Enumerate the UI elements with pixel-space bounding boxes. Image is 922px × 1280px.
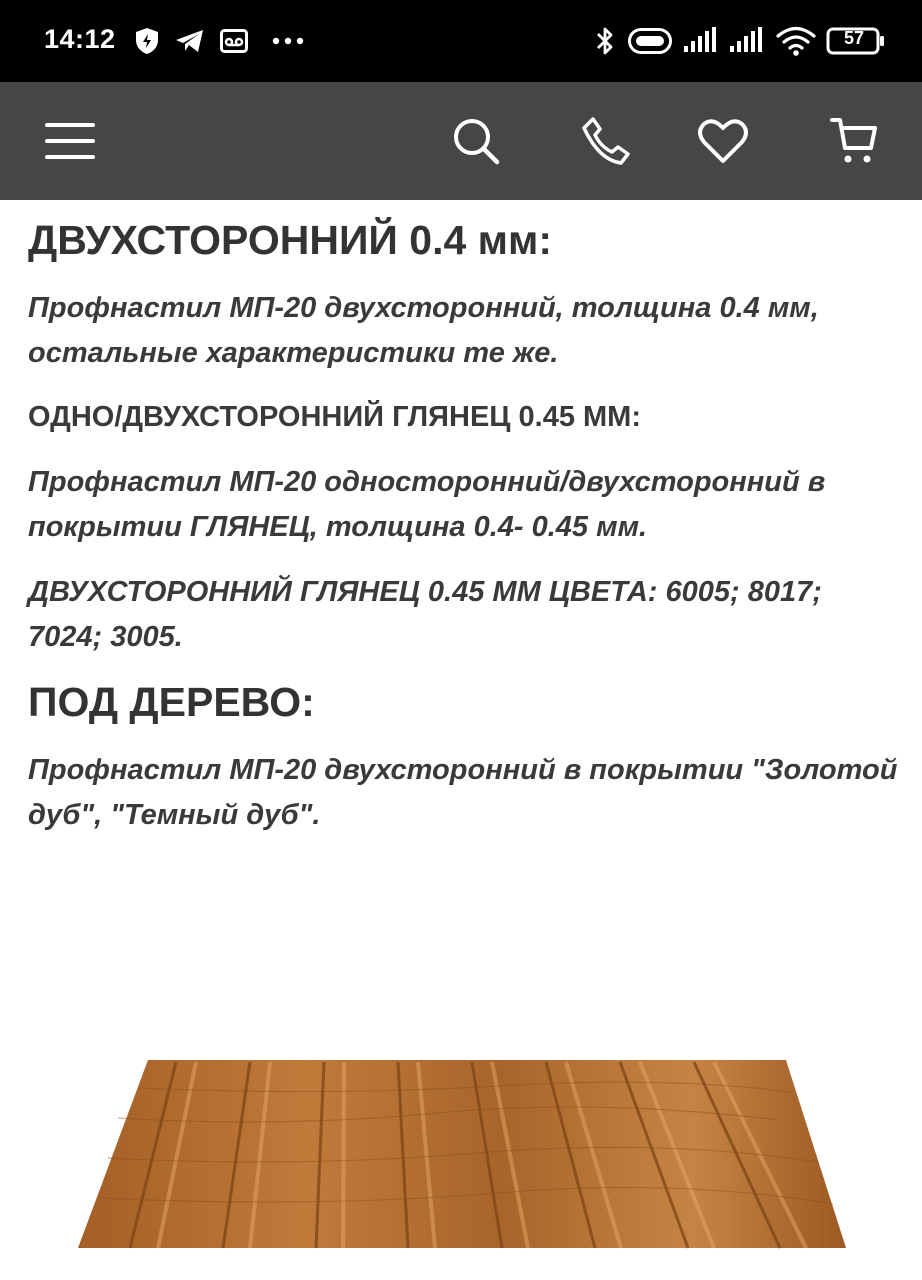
hotspot-icon <box>628 28 672 54</box>
favorites-button[interactable] <box>683 82 763 200</box>
paragraph-gloss-colors: ДВУХСТОРОННИЙ ГЛЯНЕЦ 0.45 ММ ЦВЕТА: 6005… <box>28 570 908 660</box>
status-time: 14:12 <box>44 24 116 54</box>
text-line: остальные характеристики те же. <box>28 337 559 369</box>
call-button[interactable] <box>566 82 646 200</box>
text-line: Профнастил МП-20 двухсторонний, толщина … <box>28 292 819 324</box>
text-line: 7024; 3005. <box>28 621 183 653</box>
telegram-icon <box>176 30 203 52</box>
menu-button[interactable] <box>30 82 110 200</box>
vpn-shield-icon <box>136 28 158 54</box>
heart-icon <box>698 119 748 163</box>
product-image-corrugated-sheet <box>78 1060 846 1249</box>
status-bar: 14:12 57 <box>0 0 922 82</box>
text-line: Профнастил МП-20 односторонний/двухсторо… <box>28 466 826 498</box>
paragraph-double-sided: Профнастил МП-20 двухсторонний, толщина … <box>28 286 908 376</box>
bluetooth-icon <box>597 27 613 55</box>
section-heading-double-sided: ДВУХСТОРОННИЙ 0.4 мм: <box>28 217 552 263</box>
cart-button[interactable] <box>814 82 894 200</box>
signal-icon <box>684 27 716 52</box>
text-line: ДВУХСТОРОННИЙ ГЛЯНЕЦ 0.45 ММ ЦВЕТА: 6005… <box>28 576 822 608</box>
more-dots-icon <box>272 37 304 45</box>
cart-icon <box>830 118 877 163</box>
wifi-icon <box>776 26 816 56</box>
paragraph-gloss: Профнастил МП-20 односторонний/двухсторо… <box>28 460 908 550</box>
paragraph-wood: Профнастил МП-20 двухсторонний в покрыти… <box>28 748 908 838</box>
signal-icon <box>730 27 762 52</box>
text-line: покрытии ГЛЯНЕЦ, толщина 0.4- 0.45 мм. <box>28 511 648 543</box>
phone-icon <box>582 117 630 165</box>
search-icon <box>454 119 500 165</box>
subheading-gloss: ОДНО/ДВУХСТОРОННИЙ ГЛЯНЕЦ 0.45 ММ: <box>28 401 641 433</box>
section-heading-wood: ПОД ДЕРЕВО: <box>28 679 315 725</box>
search-button[interactable] <box>436 82 516 200</box>
voicemail-icon <box>220 29 248 53</box>
text-line: Профнастил МП-20 двухсторонний в покрыти… <box>28 754 898 786</box>
top-toolbar <box>0 82 922 200</box>
battery-level: 57 <box>843 28 865 48</box>
menu-icon <box>45 123 95 159</box>
text-line: дуб", "Темный дуб". <box>28 799 321 831</box>
